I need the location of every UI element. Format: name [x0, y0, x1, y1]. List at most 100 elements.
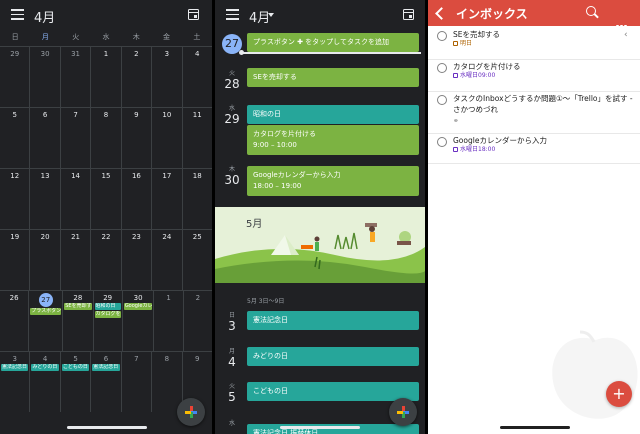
event-chip[interactable]: みどりの日: [31, 364, 59, 371]
day-cell[interactable]: 1: [154, 291, 184, 351]
task-row[interactable]: SEを売却する 明日 ‹: [428, 28, 640, 60]
date-number: 25: [192, 233, 202, 241]
day-cell[interactable]: 3: [152, 47, 183, 107]
event-chip[interactable]: 昭和の日: [94, 303, 121, 310]
day-cell[interactable]: 4: [183, 47, 212, 107]
schedule-event[interactable]: カタログを片付ける 9:00 – 10:00: [247, 125, 419, 155]
date-number: 17: [162, 172, 172, 180]
task-checkbox[interactable]: [437, 137, 447, 147]
day-cell[interactable]: 19: [0, 230, 31, 290]
day-cell[interactable]: 25: [183, 230, 212, 290]
day-cell[interactable]: 22: [91, 230, 122, 290]
day-cell[interactable]: 9: [122, 108, 153, 168]
date-number: 5: [73, 355, 78, 363]
day-cell[interactable]: 7: [61, 108, 92, 168]
day-cell[interactable]: 11: [183, 108, 212, 168]
due-text: 水曜日09:00: [460, 72, 496, 79]
day-cell[interactable]: 6: [30, 108, 61, 168]
menu-icon[interactable]: [11, 9, 24, 20]
schedule-event[interactable]: こどもの日: [247, 382, 419, 401]
search-icon[interactable]: [586, 6, 596, 16]
day-cell[interactable]: 14: [61, 169, 92, 229]
day-cell[interactable]: 29: [0, 47, 31, 107]
day-cell[interactable]: 7: [122, 352, 153, 412]
date-number: 29: [10, 50, 20, 58]
day-cell[interactable]: 12: [0, 169, 31, 229]
day-cell[interactable]: 1: [91, 47, 122, 107]
task-checkbox[interactable]: [437, 31, 447, 41]
date-number: 22: [101, 233, 111, 241]
date-number: 24: [162, 233, 172, 241]
day-cell[interactable]: 5 こどもの日: [61, 352, 92, 412]
day-cell[interactable]: 30 Googleカレ: [123, 291, 155, 351]
date-number: 28: [224, 77, 240, 91]
week-range-label: 5月 3日～9日: [247, 298, 285, 305]
day-cell[interactable]: 21: [61, 230, 92, 290]
date-number: 12: [10, 172, 20, 180]
day-cell[interactable]: 2: [184, 291, 212, 351]
add-task-button[interactable]: +: [606, 381, 632, 407]
day-cell[interactable]: 2: [122, 47, 153, 107]
dropdown-icon[interactable]: [268, 13, 274, 17]
day-cell[interactable]: 29 昭和の日 カタログを: [94, 291, 123, 351]
day-cell[interactable]: 23: [122, 230, 153, 290]
task-row[interactable]: Googleカレンダーから入力 水曜日18:00: [428, 134, 640, 164]
day-cell[interactable]: 6 憲法記念日: [91, 352, 122, 412]
add-event-button[interactable]: [389, 398, 417, 426]
date-number: 2: [134, 50, 139, 58]
chevron-left-icon[interactable]: ‹: [624, 30, 628, 40]
date-number: 4: [195, 50, 200, 58]
day-cell[interactable]: 8: [152, 352, 183, 412]
date-number: 30: [133, 294, 143, 302]
day-cell[interactable]: 31: [61, 47, 92, 107]
day-label: 水: [221, 418, 243, 427]
event-chip[interactable]: 憲法記念日: [1, 364, 29, 371]
day-cell[interactable]: 24: [152, 230, 183, 290]
day-cell[interactable]: 13: [30, 169, 61, 229]
date-number: 4: [42, 355, 48, 363]
date-number: 30: [40, 50, 50, 58]
day-cell[interactable]: 18: [183, 169, 212, 229]
day-cell[interactable]: 30: [30, 47, 61, 107]
event-title: カタログを片付ける: [253, 130, 316, 138]
event-chip[interactable]: 憲法記念日: [92, 364, 120, 371]
event-title: みどりの日: [253, 352, 288, 360]
schedule-event[interactable]: みどりの日: [247, 347, 419, 366]
add-event-button[interactable]: [177, 398, 205, 426]
back-icon[interactable]: [435, 6, 445, 20]
event-chip[interactable]: カタログを: [94, 311, 121, 318]
inbox-screen: インボックス SEを売却する 明日 ‹ カタログを片付ける 水曜日09:00 タスクのIn…: [428, 0, 640, 434]
day-cell[interactable]: 5: [0, 108, 31, 168]
day-cell[interactable]: 17: [152, 169, 183, 229]
month-title[interactable]: 4月: [34, 7, 55, 26]
schedule-event[interactable]: 昭和の日: [247, 105, 419, 124]
schedule-event[interactable]: 憲法記念日: [247, 311, 419, 330]
weekday-label: 木: [132, 33, 140, 41]
task-row[interactable]: カタログを片付ける 水曜日09:00: [428, 60, 640, 92]
event-chip[interactable]: SEを売却す: [64, 303, 92, 310]
schedule-event[interactable]: Googleカレンダーから入力 18:00 – 19:00: [247, 166, 419, 196]
task-checkbox[interactable]: [437, 63, 447, 73]
event-chip[interactable]: プラスボタン: [30, 308, 62, 315]
day-cell[interactable]: 27 プラスボタン: [29, 291, 64, 351]
schedule-event[interactable]: SEを売却する: [247, 68, 419, 87]
day-cell[interactable]: 26: [0, 291, 30, 351]
schedule-event[interactable]: プラスボタン ✚ をタップしてタスクを追加: [247, 33, 419, 52]
task-checkbox[interactable]: [437, 95, 447, 105]
day-cell[interactable]: 15: [91, 169, 122, 229]
day-cell[interactable]: 10: [152, 108, 183, 168]
day-label: 水 29: [221, 103, 243, 126]
day-cell[interactable]: 28 SEを売却す: [63, 291, 94, 351]
calendar-icon[interactable]: [188, 9, 199, 20]
day-cell[interactable]: 3 憲法記念日: [0, 352, 31, 412]
day-cell[interactable]: 4 みどりの日: [30, 352, 61, 412]
date-number: 6: [42, 111, 48, 119]
task-row[interactable]: タスクのInboxどうするか問題①〜「Trello」を試す - さかつめづれ ⚭: [428, 92, 640, 134]
calendar-icon[interactable]: [403, 9, 414, 20]
day-cell[interactable]: 20: [30, 230, 61, 290]
day-cell[interactable]: 16: [122, 169, 153, 229]
event-chip[interactable]: こどもの日: [61, 364, 90, 371]
day-cell[interactable]: 8: [91, 108, 122, 168]
menu-icon[interactable]: [226, 9, 239, 20]
event-chip[interactable]: Googleカレ: [123, 303, 153, 310]
